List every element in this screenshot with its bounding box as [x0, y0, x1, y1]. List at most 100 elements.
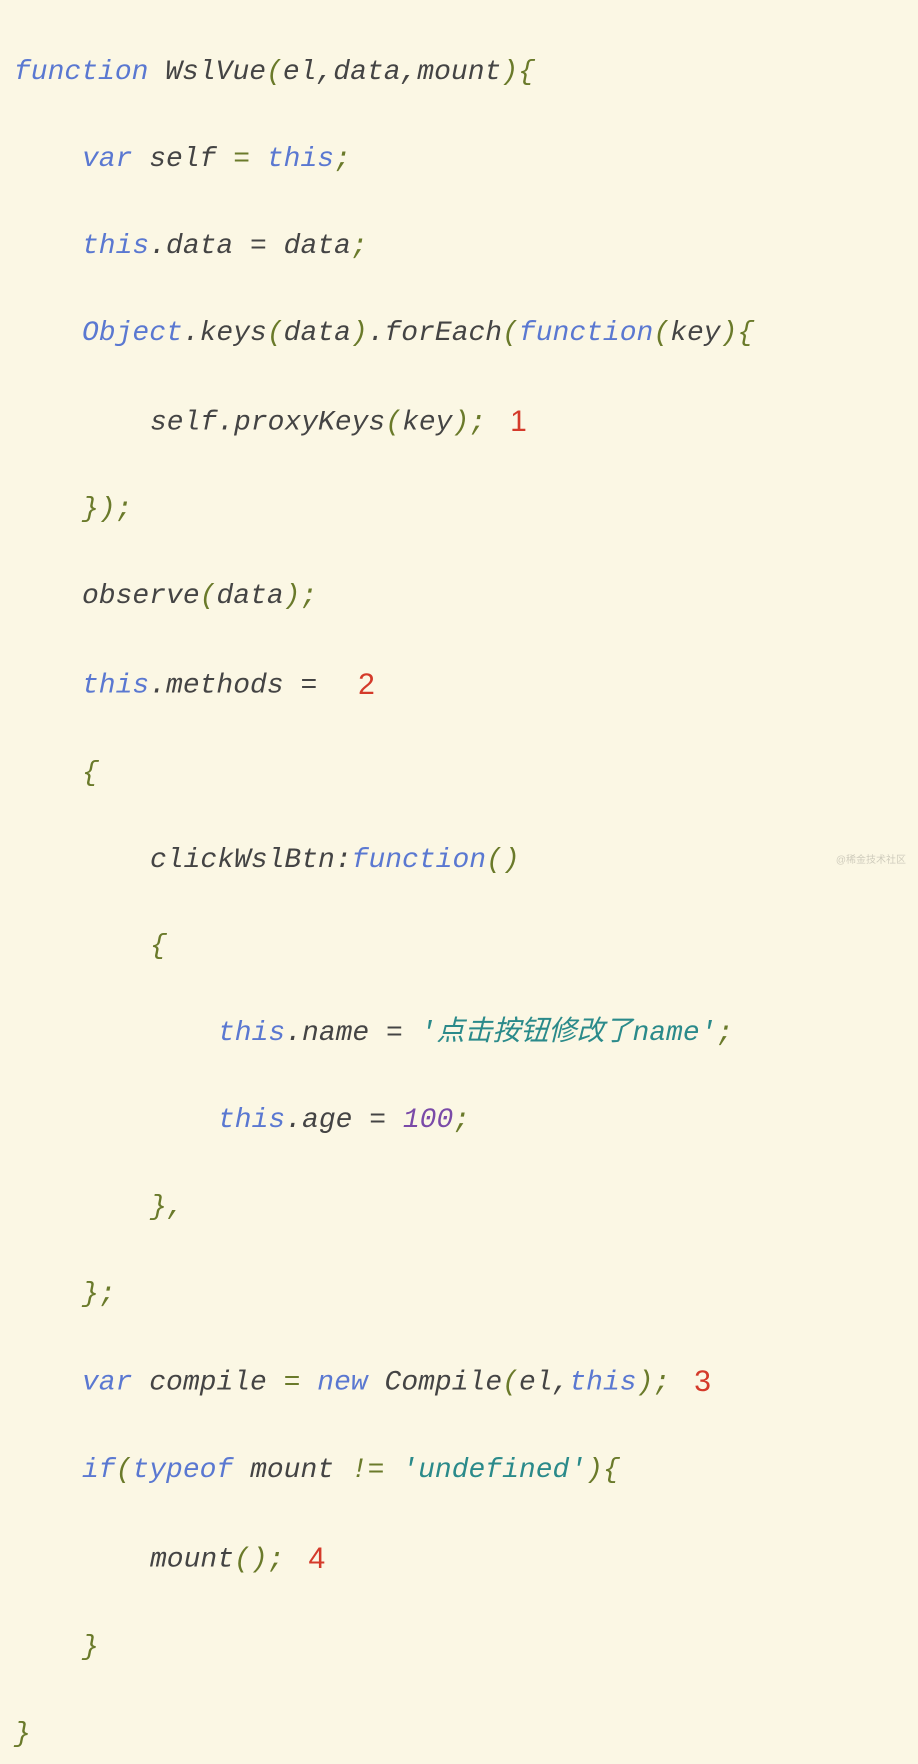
- prop-key: clickWslBtn:: [150, 845, 352, 876]
- semicolon: ;: [268, 1545, 285, 1576]
- operator: =: [267, 1368, 317, 1399]
- code-line-2: var self = this;: [14, 138, 904, 181]
- keyword-function: function: [352, 845, 486, 876]
- semicolon: ;: [453, 1105, 470, 1136]
- paren: (): [234, 1545, 268, 1576]
- keyword-this: this: [218, 1105, 285, 1136]
- identifier: mount: [250, 1455, 334, 1486]
- paren: ): [721, 318, 738, 349]
- identifier: data: [284, 318, 351, 349]
- keyword-function: function: [14, 57, 148, 88]
- keyword-function: function: [519, 318, 653, 349]
- assign: .data = data: [149, 231, 351, 262]
- code-line-5: self.proxyKeys(key);1: [14, 399, 904, 446]
- call: observe: [82, 581, 200, 612]
- code-line-14: },: [14, 1186, 904, 1229]
- class-name: Compile: [385, 1368, 503, 1399]
- paren: (): [486, 845, 520, 876]
- keyword-var: var: [82, 1368, 132, 1399]
- method: .forEach: [368, 318, 502, 349]
- paren: ): [284, 581, 301, 612]
- keyword-this: this: [267, 144, 334, 175]
- code-line-3: this.data = data;: [14, 225, 904, 268]
- keyword-new: new: [317, 1368, 367, 1399]
- semicolon: ;: [116, 494, 133, 525]
- code-line-13: this.age = 100;: [14, 1099, 904, 1142]
- object-literal: Object: [82, 318, 183, 349]
- paren: (: [385, 407, 402, 438]
- arg: el,: [519, 1368, 569, 1399]
- brace: {: [82, 758, 99, 789]
- paren: (: [502, 318, 519, 349]
- code-line-15: };: [14, 1273, 904, 1316]
- brace: {: [737, 318, 754, 349]
- assign: .name =: [285, 1018, 419, 1049]
- string-literal: '点击按钮修改了name': [420, 1018, 717, 1049]
- brace: }: [14, 1719, 31, 1750]
- params: el,data,mount: [283, 57, 501, 88]
- keyword-this: this: [82, 231, 149, 262]
- brace: {: [518, 57, 535, 88]
- comma: ,: [167, 1192, 184, 1223]
- code-line-4: Object.keys(data).forEach(function(key){: [14, 312, 904, 355]
- paren: ): [351, 318, 368, 349]
- keyword-var: var: [82, 144, 132, 175]
- keyword-if: if: [82, 1455, 116, 1486]
- arg: key: [402, 407, 452, 438]
- paren: (: [200, 581, 217, 612]
- arg: data: [216, 581, 283, 612]
- code-block: function WslVue(el,data,mount){ var self…: [14, 8, 904, 1764]
- code-line-9: {: [14, 752, 904, 795]
- semicolon: ;: [716, 1018, 733, 1049]
- number-literal: 100: [403, 1105, 453, 1136]
- semicolon: ;: [653, 1368, 670, 1399]
- code-line-8: this.methods = 2: [14, 662, 904, 709]
- code-line-7: observe(data);: [14, 575, 904, 618]
- code-line-11: {: [14, 925, 904, 968]
- code-line-19: }: [14, 1626, 904, 1669]
- assign: .age =: [285, 1105, 403, 1136]
- semicolon: ;: [334, 144, 351, 175]
- paren: (: [653, 318, 670, 349]
- brace: {: [150, 931, 167, 962]
- paren: ): [452, 407, 469, 438]
- method: .keys: [183, 318, 267, 349]
- brace: {: [603, 1455, 620, 1486]
- string-literal: 'undefined': [401, 1455, 586, 1486]
- keyword-this: this: [82, 671, 149, 702]
- paren: (: [116, 1455, 133, 1486]
- semicolon: ;: [469, 407, 486, 438]
- semicolon: ;: [351, 231, 368, 262]
- brace: }: [150, 1192, 167, 1223]
- brace: }: [82, 1632, 99, 1663]
- annotation-3: 3: [670, 1359, 711, 1406]
- keyword-this: this: [218, 1018, 285, 1049]
- brace: }: [82, 494, 99, 525]
- paren: ): [586, 1455, 603, 1486]
- identifier: self: [149, 144, 216, 175]
- call: self.proxyKeys: [150, 407, 385, 438]
- code-line-16: var compile = new Compile(el,this);3: [14, 1359, 904, 1406]
- operator: =: [216, 144, 266, 175]
- function-name: WslVue: [165, 57, 266, 88]
- paren: (: [267, 318, 284, 349]
- code-line-6: });: [14, 488, 904, 531]
- identifier: compile: [149, 1368, 267, 1399]
- code-line-17: if(typeof mount != 'undefined'){: [14, 1449, 904, 1492]
- annotation-4: 4: [284, 1536, 325, 1583]
- paren: ): [99, 494, 116, 525]
- semicolon: ;: [99, 1279, 116, 1310]
- code-line-1: function WslVue(el,data,mount){: [14, 51, 904, 94]
- operator: !=: [334, 1455, 401, 1486]
- annotation-2: 2: [334, 662, 375, 709]
- code-line-20: }: [14, 1713, 904, 1756]
- annotation-1: 1: [486, 399, 527, 446]
- brace: }: [82, 1279, 99, 1310]
- keyword-this: this: [569, 1368, 636, 1399]
- code-line-10: clickWslBtn:function(): [14, 839, 904, 882]
- call: mount: [150, 1545, 234, 1576]
- semicolon: ;: [300, 581, 317, 612]
- assign: .methods =: [149, 671, 334, 702]
- paren: ): [637, 1368, 654, 1399]
- paren: (: [266, 57, 283, 88]
